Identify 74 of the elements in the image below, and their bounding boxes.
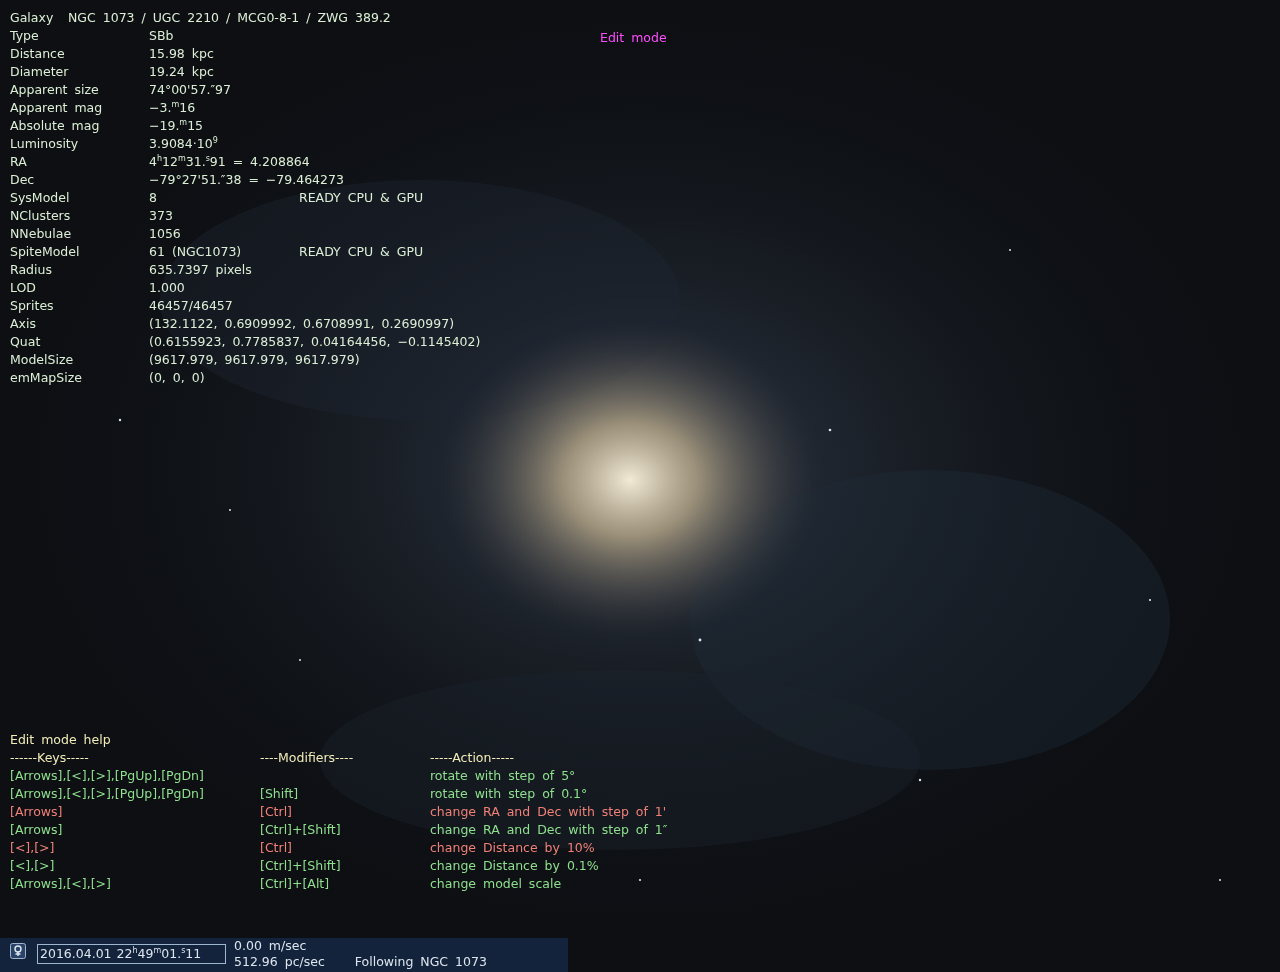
key-binding: [Arrows],[<],[>],[PgUp],[PgDn] (10, 767, 205, 785)
object-class-label: Galaxy (10, 9, 55, 27)
info-label: Apparent mag (10, 99, 104, 117)
info-value: 4$^{h}$12$^{m}$31.$^{s}$91 = 4.208864 (149, 153, 310, 171)
key-binding: [<],[>] (10, 839, 56, 857)
info-value: 46457/46457 (149, 297, 234, 315)
info-label: Luminosity (10, 135, 80, 153)
info-value: 19.24 kpc (149, 63, 215, 81)
modifier-keys: [Ctrl] (260, 839, 430, 857)
column-header: ------Keys----- (10, 749, 90, 767)
mode-label: Edit mode (600, 29, 667, 47)
help-title: Edit mode help (10, 731, 112, 749)
key-binding: [<],[>] (10, 857, 56, 875)
info-value: (0, 0, 0) (149, 369, 206, 387)
info-label: NNebulae (10, 225, 73, 243)
info-label: Quat (10, 333, 42, 351)
date-time-field[interactable]: 2016.04.01 22$^{h}$49$^{m}$01.$^{s}$11 (37, 944, 226, 964)
info-label: LOD (10, 279, 37, 297)
info-label: SysModel (10, 189, 71, 207)
info-label: Axis (10, 315, 37, 333)
info-value: (0.6155923, 0.7785837, 0.04164456, −0.1145402) (149, 333, 481, 351)
info-label: NClusters (10, 207, 72, 225)
action-text: rotate with step of 0.1° (430, 785, 588, 803)
info-label: Radius (10, 261, 53, 279)
modifier-keys: [Ctrl]+[Alt] (260, 875, 430, 893)
info-value: 1.000 (149, 279, 186, 297)
info-value: −3.$^{m}$16 (149, 99, 197, 117)
modifier-keys: [Ctrl] (260, 803, 430, 821)
info-value: 373 (149, 207, 174, 225)
info-label: RA (10, 153, 28, 171)
info-value: 8 (149, 189, 158, 207)
following-text: Following NGC 1073 (354, 954, 487, 970)
action-text: change RA and Dec with step of 1″ (430, 821, 668, 839)
modifier-keys: [Ctrl]+[Shift] (260, 821, 430, 839)
info-label: Absolute mag (10, 117, 101, 135)
info-label: Distance (10, 45, 66, 63)
info-label: Dec (10, 171, 36, 189)
rate-text: 512.96 pc/sec (234, 954, 325, 970)
action-text: change RA and Dec with step of 1' (430, 803, 667, 821)
info-label: ModelSize (10, 351, 75, 369)
info-value: −19.$^{m}$15 (149, 117, 205, 135)
action-text: change Distance by 10% (430, 839, 595, 857)
modifier-keys: [Shift] (260, 785, 430, 803)
column-header: ----Modifiers---- (260, 749, 355, 767)
info-value: 15.98 kpc (149, 45, 215, 63)
key-binding: [Arrows] (10, 803, 64, 821)
info-label: Apparent size (10, 81, 100, 99)
info-value: −79°27'51.″38 = −79.464273 (149, 171, 344, 189)
status-text: READY CPU & GPU (299, 189, 424, 207)
info-value: (9617.979, 9617.979, 9617.979) (149, 351, 360, 369)
info-value: SBb (149, 27, 175, 45)
info-label: SpiteModel (10, 243, 81, 261)
modifier-keys: [Ctrl]+[Shift] (260, 857, 430, 875)
info-label: emMapSize (10, 369, 83, 387)
info-value: 1056 (149, 225, 182, 243)
info-label: Sprites (10, 297, 55, 315)
person-icon[interactable] (10, 943, 26, 959)
key-binding: [Arrows],[<],[>],[PgUp],[PgDn] (10, 785, 205, 803)
action-text: change model scale (430, 875, 562, 893)
info-value: 3.9084·10$^{9}$ (149, 135, 219, 153)
column-header: -----Action----- (430, 749, 514, 767)
speed-text: 0.00 m/sec (234, 938, 308, 954)
info-value: (132.1122, 0.6909992, 0.6708991, 0.2690997) (149, 315, 455, 333)
status-text: READY CPU & GPU (299, 243, 424, 261)
info-label: Diameter (10, 63, 70, 81)
action-text: rotate with step of 5° (430, 767, 576, 785)
info-value: 635.7397 pixels (149, 261, 253, 279)
key-binding: [Arrows] (10, 821, 64, 839)
info-label: Type (10, 27, 40, 45)
info-value: 74°00'57.″97 (149, 81, 232, 99)
object-names: NGC 1073 / UGC 2210 / MCG0-8-1 / ZWG 389.2 (68, 9, 391, 27)
info-value: 61 (NGC1073) (149, 243, 243, 261)
action-text: change Distance by 0.1% (430, 857, 599, 875)
key-binding: [Arrows],[<],[>] (10, 875, 112, 893)
